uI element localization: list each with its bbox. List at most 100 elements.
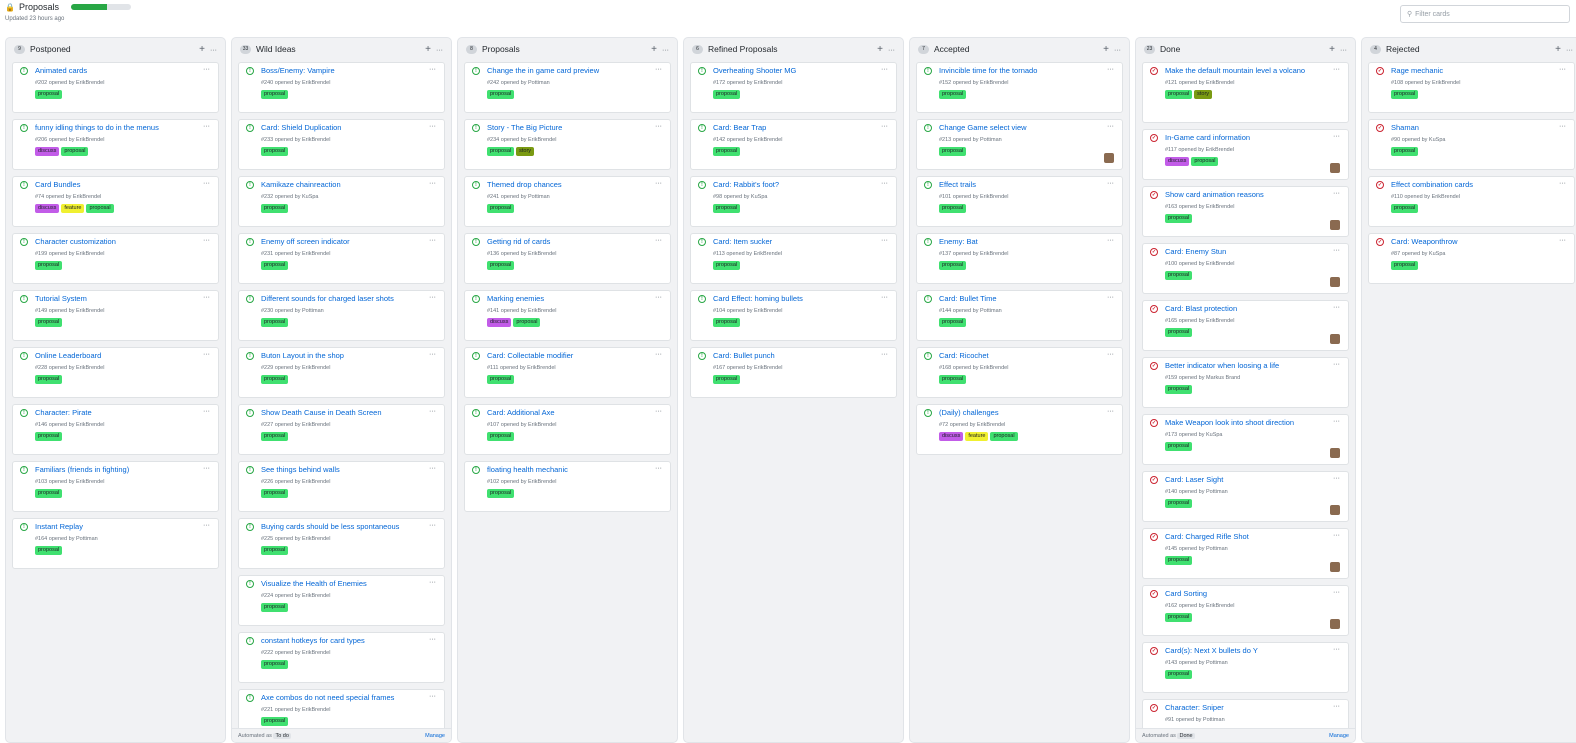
- issue-title[interactable]: Make Weapon look into shoot direction: [1165, 418, 1340, 428]
- issue-card[interactable]: ! Animated cards #202 opened by ErikBrende…: [12, 62, 219, 113]
- label-proposal[interactable]: proposal: [261, 603, 289, 612]
- issue-card[interactable]: ! Card: Additional Axe #107 opened by Erik…: [464, 404, 671, 455]
- column-menu-icon[interactable]: ···: [1340, 47, 1347, 54]
- issue-card[interactable]: ! Buton Layout in the shop #229 opened by …: [238, 347, 445, 398]
- add-card-icon[interactable]: +: [1103, 44, 1111, 55]
- card-menu-icon[interactable]: ···: [429, 237, 436, 244]
- label-proposal[interactable]: proposal: [261, 147, 289, 156]
- issue-card[interactable]: ✓ In-Game card information #117 opened by …: [1142, 129, 1349, 180]
- card-menu-icon[interactable]: ···: [203, 522, 210, 529]
- card-menu-icon[interactable]: ···: [655, 237, 662, 244]
- label-proposal[interactable]: proposal: [487, 147, 515, 156]
- card-menu-icon[interactable]: ···: [429, 180, 436, 187]
- label-proposal[interactable]: proposal: [35, 375, 63, 384]
- issue-title[interactable]: Show card animation reasons: [1165, 190, 1340, 200]
- card-menu-icon[interactable]: ···: [1559, 123, 1566, 130]
- issue-title[interactable]: Card: Additional Axe: [487, 408, 662, 418]
- issue-card[interactable]: ✓ Card: Blast protection #165 opened by Er…: [1142, 300, 1349, 351]
- card-menu-icon[interactable]: ···: [1333, 646, 1340, 653]
- label-proposal[interactable]: proposal: [487, 90, 515, 99]
- issue-card[interactable]: ✓ Show card animation reasons #163 opened …: [1142, 186, 1349, 237]
- issue-card[interactable]: ! Character customization #199 opened by E…: [12, 233, 219, 284]
- issue-title[interactable]: Effect combination cards: [1391, 180, 1566, 190]
- issue-title[interactable]: Enemy: Bat: [939, 237, 1114, 247]
- card-menu-icon[interactable]: ···: [203, 408, 210, 415]
- label-proposal[interactable]: proposal: [939, 90, 967, 99]
- label-proposal[interactable]: proposal: [939, 261, 967, 270]
- label-proposal[interactable]: proposal: [1391, 147, 1419, 156]
- issue-title[interactable]: Card: Weaponthrow: [1391, 237, 1566, 247]
- card-menu-icon[interactable]: ···: [1107, 123, 1114, 130]
- issue-card[interactable]: ! Invincible time for the tornado #152 ope…: [916, 62, 1123, 113]
- issue-card[interactable]: ! See things behind walls #226 opened by E…: [238, 461, 445, 512]
- label-proposal[interactable]: proposal: [487, 489, 515, 498]
- card-menu-icon[interactable]: ···: [881, 351, 888, 358]
- issue-card[interactable]: ! funny idling things to do in the menus #…: [12, 119, 219, 170]
- card-menu-icon[interactable]: ···: [1333, 304, 1340, 311]
- issue-title[interactable]: Effect trails: [939, 180, 1114, 190]
- card-menu-icon[interactable]: ···: [1333, 703, 1340, 710]
- card-menu-icon[interactable]: ···: [429, 636, 436, 643]
- label-proposal[interactable]: proposal: [713, 204, 741, 213]
- issue-title[interactable]: Animated cards: [35, 66, 210, 76]
- manage-link[interactable]: Manage: [425, 733, 445, 739]
- label-proposal[interactable]: proposal: [487, 432, 515, 441]
- avatar[interactable]: [1330, 505, 1340, 515]
- label-proposal[interactable]: proposal: [261, 318, 289, 327]
- label-proposal[interactable]: proposal: [35, 432, 63, 441]
- issue-card[interactable]: ! Card: Bullet Time #144 opened by Pottima…: [916, 290, 1123, 341]
- issue-title[interactable]: (Daily) challenges: [939, 408, 1114, 418]
- label-proposal[interactable]: proposal: [1165, 442, 1193, 451]
- issue-card[interactable]: ! Change the in game card preview #242 ope…: [464, 62, 671, 113]
- issue-title[interactable]: Card: Collectable modifier: [487, 351, 662, 361]
- label-feature[interactable]: feature: [965, 432, 989, 441]
- issue-title[interactable]: Themed drop chances: [487, 180, 662, 190]
- label-proposal[interactable]: proposal: [1391, 90, 1419, 99]
- label-discuss[interactable]: discuss: [35, 147, 60, 156]
- card-menu-icon[interactable]: ···: [1107, 408, 1114, 415]
- issue-card[interactable]: ✓ Make the default mountain level a volca…: [1142, 62, 1349, 123]
- issue-card[interactable]: ! Online Leaderboard #228 opened by ErikBr…: [12, 347, 219, 398]
- issue-title[interactable]: Invincible time for the tornado: [939, 66, 1114, 76]
- issue-card[interactable]: ! Story - The Big Picture #234 opened by E…: [464, 119, 671, 170]
- avatar[interactable]: [1330, 163, 1340, 173]
- issue-card[interactable]: ! Card: Rabbit's foot? #98 opened by KuSpa…: [690, 176, 897, 227]
- label-proposal[interactable]: proposal: [261, 432, 289, 441]
- label-discuss[interactable]: discuss: [487, 318, 512, 327]
- label-proposal[interactable]: proposal: [261, 204, 289, 213]
- issue-card[interactable]: ✓ Effect combination cards #110 opened by …: [1368, 176, 1575, 227]
- label-discuss[interactable]: discuss: [939, 432, 964, 441]
- issue-card[interactable]: ✓ Better indicator when loosing a life #15…: [1142, 357, 1349, 408]
- issue-title[interactable]: Card: Laser Sight: [1165, 475, 1340, 485]
- issue-card[interactable]: ! Show Death Cause in Death Screen #227 op…: [238, 404, 445, 455]
- project-title[interactable]: Proposals: [19, 2, 59, 12]
- issue-card[interactable]: ✓ Card(s): Next X bullets do Y #143 opened…: [1142, 642, 1349, 693]
- issue-title[interactable]: Tutorial System: [35, 294, 210, 304]
- card-menu-icon[interactable]: ···: [1333, 418, 1340, 425]
- card-menu-icon[interactable]: ···: [429, 294, 436, 301]
- label-proposal[interactable]: proposal: [1165, 214, 1193, 223]
- issue-title[interactable]: Card: Ricochet: [939, 351, 1114, 361]
- label-proposal[interactable]: proposal: [1165, 499, 1193, 508]
- issue-card[interactable]: ✓ Card: Enemy Stun #100 opened by ErikBren…: [1142, 243, 1349, 294]
- label-proposal[interactable]: proposal: [1191, 157, 1219, 166]
- label-proposal[interactable]: proposal: [35, 90, 63, 99]
- label-proposal[interactable]: proposal: [990, 432, 1018, 441]
- column-menu-icon[interactable]: ···: [1566, 47, 1573, 54]
- label-proposal[interactable]: proposal: [1165, 556, 1193, 565]
- avatar[interactable]: [1330, 448, 1340, 458]
- card-menu-icon[interactable]: ···: [881, 123, 888, 130]
- issue-card[interactable]: ✓ Shaman #90 opened by KuSpa proposal ···: [1368, 119, 1575, 170]
- issue-title[interactable]: Card Bundles: [35, 180, 210, 190]
- label-proposal[interactable]: proposal: [939, 147, 967, 156]
- label-proposal[interactable]: proposal: [713, 318, 741, 327]
- avatar[interactable]: [1330, 220, 1340, 230]
- label-proposal[interactable]: proposal: [261, 660, 289, 669]
- issue-title[interactable]: Rage mechanic: [1391, 66, 1566, 76]
- issue-title[interactable]: Overheating Shooter MG: [713, 66, 888, 76]
- card-menu-icon[interactable]: ···: [655, 294, 662, 301]
- label-proposal[interactable]: proposal: [261, 261, 289, 270]
- card-menu-icon[interactable]: ···: [429, 522, 436, 529]
- add-card-icon[interactable]: +: [199, 44, 207, 55]
- issue-title[interactable]: Card: Bullet punch: [713, 351, 888, 361]
